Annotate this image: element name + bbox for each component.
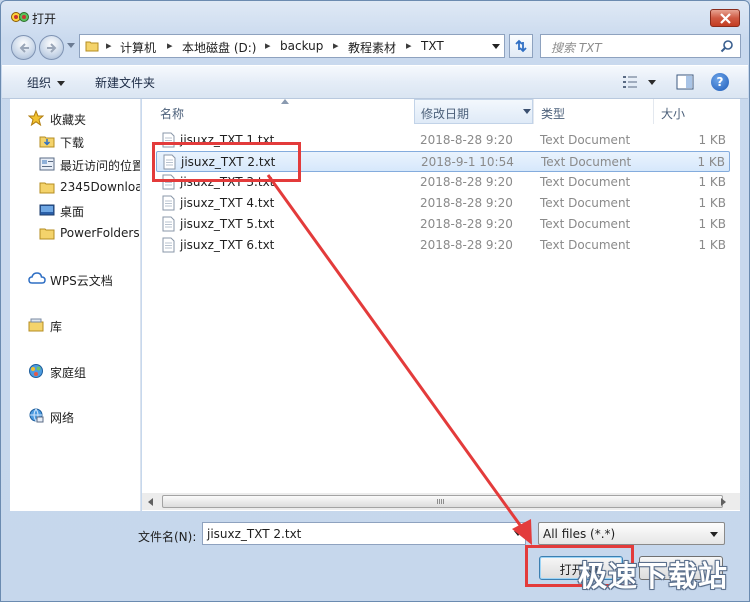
annotation-arrow: [266, 174, 532, 545]
watermark-text: 极速下载站: [578, 559, 729, 593]
